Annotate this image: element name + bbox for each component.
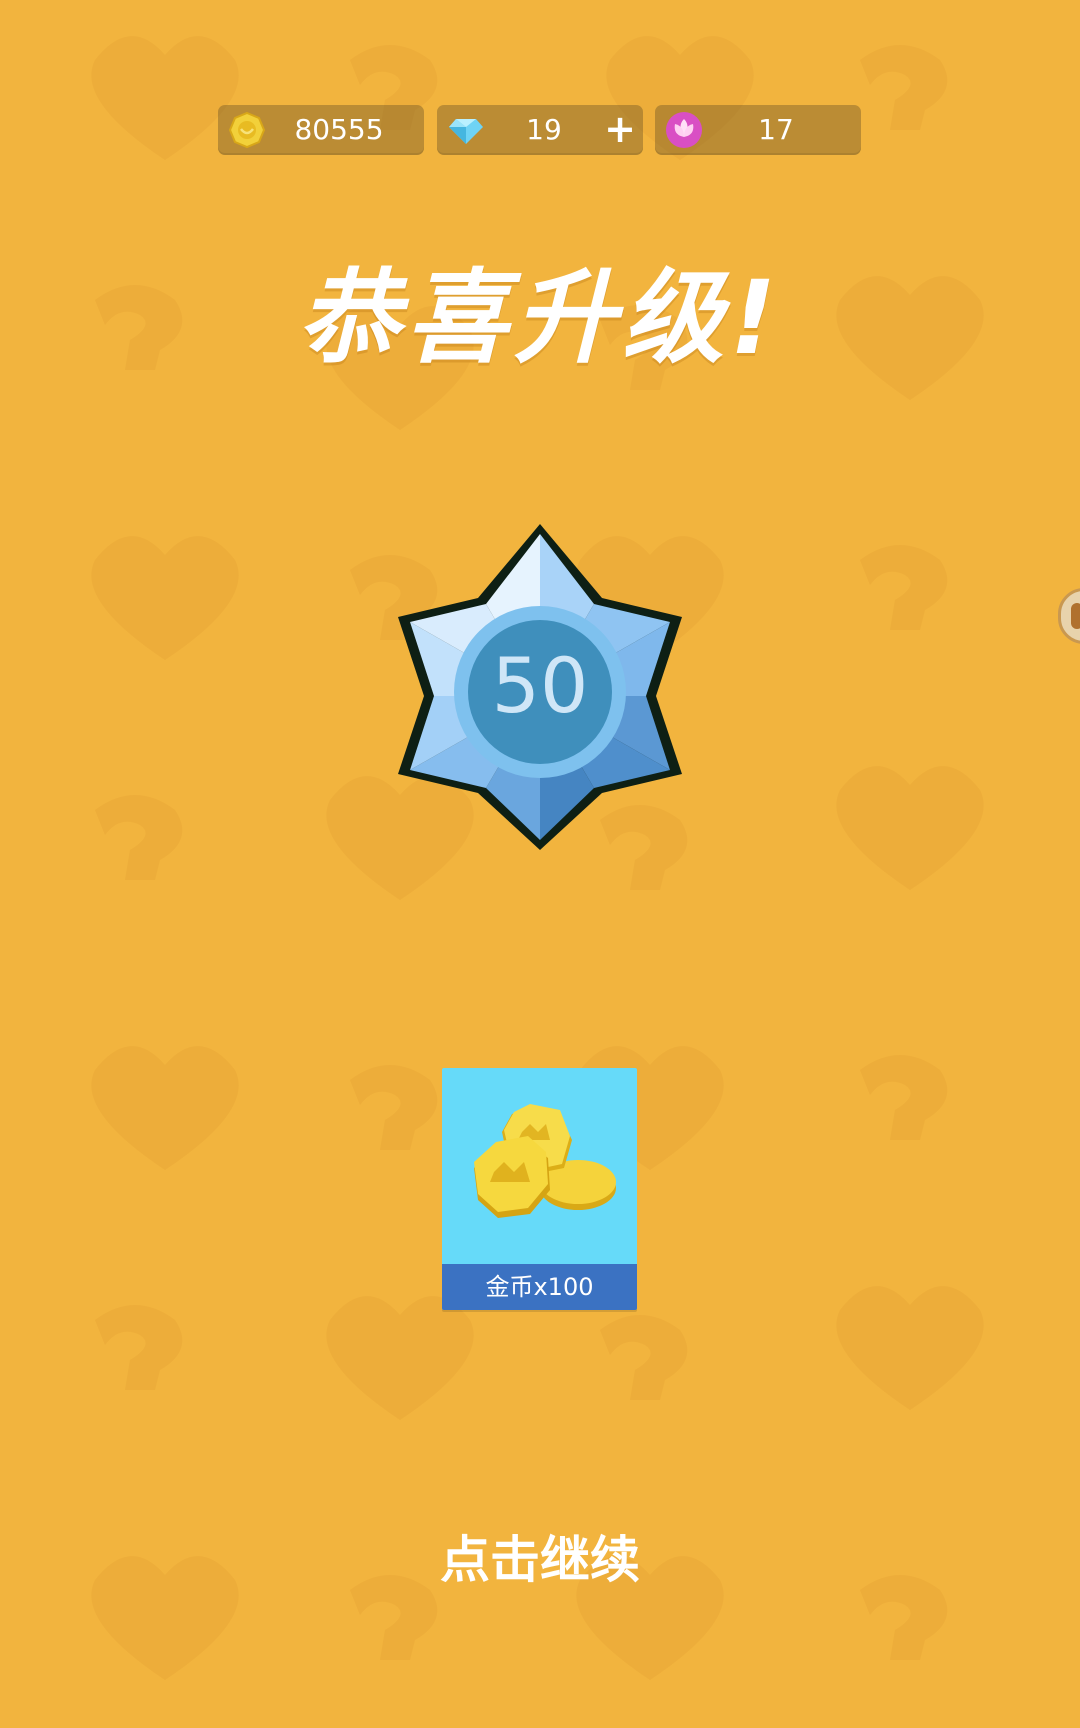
level-number: 50 [491,641,589,730]
lotus-icon [665,111,703,149]
gems-value: 19 [526,113,562,146]
flowers-value: 17 [758,113,794,146]
flowers-counter: 17 [655,105,861,155]
level-up-title: 恭喜升级! [297,259,783,378]
gold-coins-icon [460,1102,620,1232]
coins-counter: 80555 [218,105,424,155]
tap-to-continue[interactable]: 点击继续 [0,1520,1080,1592]
reward-card[interactable]: 金币x100 [442,1068,637,1310]
coins-value: 80555 [294,113,384,146]
gems-counter: 19 + [437,105,643,155]
floating-side-button[interactable] [1058,588,1080,644]
add-gems-button[interactable]: + [601,110,639,149]
diamond-icon [447,111,485,149]
level-badge: 50 [392,520,688,852]
resource-bar: 80555 19 + 17 [218,105,862,155]
reward-label: 金币x100 [442,1264,637,1310]
coin-icon [228,111,266,149]
